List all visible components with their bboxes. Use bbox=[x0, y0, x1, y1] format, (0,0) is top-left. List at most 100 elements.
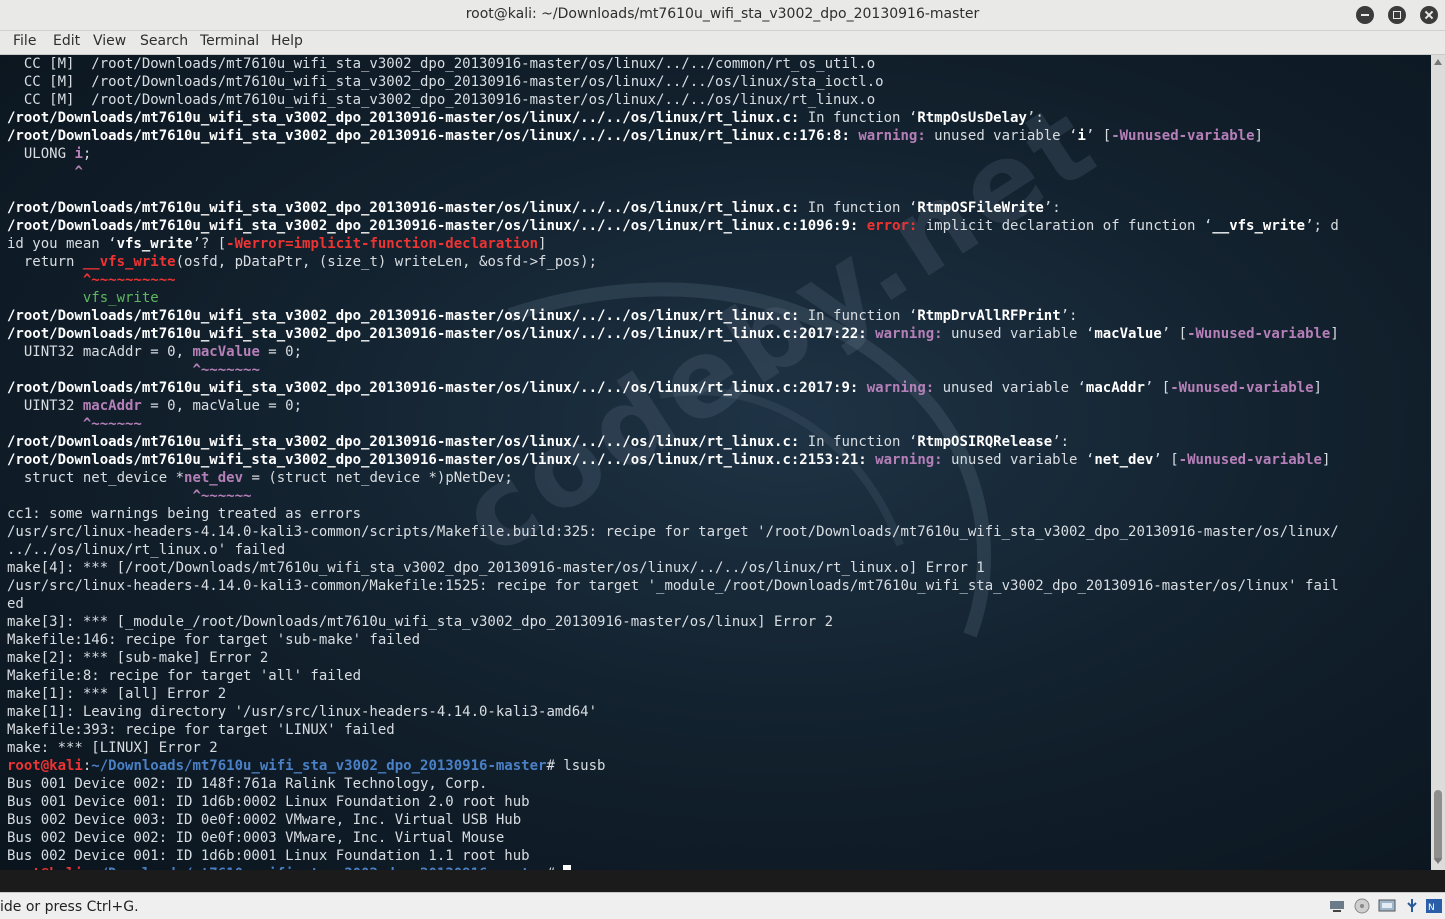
terminal-text: -Wunused-variable bbox=[1178, 452, 1322, 468]
menu-terminal[interactable]: Terminal bbox=[200, 33, 259, 49]
terminal-text: Bus 001 Device 001: ID 1d6b:0002 Linux F… bbox=[7, 794, 530, 810]
terminal-line: /usr/src/linux-headers-4.14.0-kali3-comm… bbox=[7, 577, 1339, 595]
terminal-line: CC [M] /root/Downloads/mt7610u_wifi_sta_… bbox=[7, 91, 1339, 109]
terminal-line: return __vfs_write(osfd, pDataPtr, (size… bbox=[7, 253, 1339, 271]
terminal-line: ^~~~~~~ bbox=[7, 487, 1339, 505]
terminal-text: ] bbox=[1254, 128, 1263, 144]
terminal-line: Bus 001 Device 001: ID 1d6b:0002 Linux F… bbox=[7, 793, 1339, 811]
menu-help[interactable]: Help bbox=[271, 33, 303, 49]
usb-icon[interactable] bbox=[1403, 898, 1421, 914]
terminal-text: ^~~~~~~ bbox=[82, 416, 142, 432]
terminal-text: ^ bbox=[74, 164, 83, 180]
terminal-text: In function ‘ bbox=[799, 200, 918, 216]
terminal-text: ’: bbox=[1043, 200, 1061, 216]
terminal-text: Bus 002 Device 001: ID 1d6b:0001 Linux F… bbox=[7, 848, 530, 864]
menu-view[interactable]: View bbox=[93, 33, 126, 49]
terminal-text: return bbox=[7, 254, 83, 270]
menu-search[interactable]: Search bbox=[140, 33, 188, 49]
terminal-text: macAddr bbox=[82, 398, 142, 414]
display-icon[interactable]: N bbox=[1425, 898, 1443, 914]
terminal-line: struct net_device *net_dev = (struct net… bbox=[7, 469, 1339, 487]
terminal-text: = 0; bbox=[259, 344, 303, 360]
terminal-line: Makefile:8: recipe for target 'all' fail… bbox=[7, 667, 1339, 685]
terminal-text: RtmpOSFileWrite bbox=[917, 200, 1044, 216]
terminal-text: -Wunused-variable bbox=[1187, 326, 1331, 342]
menu-file[interactable]: File bbox=[13, 33, 36, 49]
terminal-text: ’: bbox=[1060, 308, 1078, 324]
terminal-text: vfs_write bbox=[116, 236, 193, 252]
scroll-up-icon[interactable] bbox=[1434, 59, 1442, 65]
terminal-line: /root/Downloads/mt7610u_wifi_sta_v3002_d… bbox=[7, 217, 1339, 235]
window-titlebar[interactable]: root@kali: ~/Downloads/mt7610u_wifi_sta_… bbox=[0, 0, 1445, 31]
terminal-text: ’? [ bbox=[192, 236, 227, 252]
terminal-output: CC [M] /root/Downloads/mt7610u_wifi_sta_… bbox=[7, 55, 1339, 870]
terminal-line: make[1]: Leaving directory '/usr/src/lin… bbox=[7, 703, 1339, 721]
network-icon[interactable] bbox=[1328, 898, 1346, 914]
terminal-line: root@kali:~/Downloads/mt7610u_wifi_sta_v… bbox=[7, 757, 1339, 775]
terminal-line: Bus 001 Device 002: ID 148f:761a Ralink … bbox=[7, 775, 1339, 793]
status-text: ide or press Ctrl+G. bbox=[0, 899, 139, 915]
terminal-line: ../../os/linux/rt_linux.o' failed bbox=[7, 541, 1339, 559]
terminal-text: /root/Downloads/mt7610u_wifi_sta_v3002_d… bbox=[7, 110, 800, 126]
terminal-text: Bus 002 Device 003: ID 0e0f:0002 VMware,… bbox=[7, 812, 522, 828]
terminal-text: error: bbox=[866, 218, 918, 234]
terminal-text: In function ‘ bbox=[799, 110, 918, 126]
terminal-scrollbar[interactable] bbox=[1431, 55, 1445, 870]
shared-folders-icon[interactable] bbox=[1378, 898, 1396, 914]
terminal-line: /root/Downloads/mt7610u_wifi_sta_v3002_d… bbox=[7, 199, 1339, 217]
terminal-text: /root/Downloads/mt7610u_wifi_sta_v3002_d… bbox=[7, 200, 800, 216]
menu-bar: File Edit View Search Terminal Help bbox=[0, 31, 1445, 55]
terminal-text: RtmpOSIRQRelease bbox=[917, 434, 1053, 450]
scroll-down-icon[interactable] bbox=[1434, 858, 1442, 864]
terminal-line: /root/Downloads/mt7610u_wifi_sta_v3002_d… bbox=[7, 109, 1339, 127]
window-title: root@kali: ~/Downloads/mt7610u_wifi_sta_… bbox=[465, 6, 980, 22]
cd-drive-icon[interactable] bbox=[1353, 898, 1371, 914]
terminal-text: i bbox=[1077, 128, 1086, 144]
terminal-line: /root/Downloads/mt7610u_wifi_sta_v3002_d… bbox=[7, 379, 1339, 397]
terminal-text: vfs_write bbox=[82, 290, 159, 306]
terminal-line: UINT32 macAddr = 0, macValue = 0; bbox=[7, 343, 1339, 361]
minimize-button[interactable] bbox=[1356, 6, 1374, 24]
terminal-text: ^~~~~~~~ bbox=[192, 362, 260, 378]
terminal-text: RtmpOsUsDelay bbox=[917, 110, 1027, 126]
terminal-line: ^~~~~~~~ bbox=[7, 361, 1339, 379]
terminal-text: macValue bbox=[192, 344, 260, 360]
terminal-text: implicit declaration of function ‘ bbox=[917, 218, 1213, 234]
terminal-text: /root/Downloads/mt7610u_wifi_sta_v3002_d… bbox=[7, 218, 859, 234]
close-button[interactable] bbox=[1420, 6, 1438, 24]
terminal-text: macAddr bbox=[1085, 380, 1145, 396]
terminal-line: /root/Downloads/mt7610u_wifi_sta_v3002_d… bbox=[7, 433, 1339, 451]
terminal-text: /usr/src/linux-headers-4.14.0-kali3-comm… bbox=[7, 578, 1339, 594]
menu-edit[interactable]: Edit bbox=[53, 33, 80, 49]
terminal-area[interactable]: codeby.net CC [M] /root/Downloads/mt7610… bbox=[0, 55, 1431, 870]
maximize-button[interactable] bbox=[1388, 6, 1406, 24]
terminal-text: warning: bbox=[875, 452, 943, 468]
terminal-line: cc1: some warnings being treated as erro… bbox=[7, 505, 1339, 523]
terminal-text: /root/Downloads/mt7610u_wifi_sta_v3002_d… bbox=[7, 434, 800, 450]
svg-text:N: N bbox=[1428, 903, 1435, 913]
terminal-line: /root/Downloads/mt7610u_wifi_sta_v3002_d… bbox=[7, 325, 1339, 343]
terminal-line: Makefile:146: recipe for target 'sub-mak… bbox=[7, 631, 1339, 649]
terminal-text: ’: bbox=[1026, 110, 1044, 126]
terminal-text: = 0, macValue = 0; bbox=[141, 398, 303, 414]
terminal-text: CC [M] /root/Downloads/mt7610u_wifi_sta_… bbox=[7, 56, 876, 72]
terminal-text: make[1]: *** [all] Error 2 bbox=[7, 686, 227, 702]
vm-status-bar: ide or press Ctrl+G. N bbox=[0, 892, 1445, 919]
terminal-text: warning: bbox=[875, 326, 943, 342]
scroll-thumb[interactable] bbox=[1434, 790, 1442, 862]
terminal-text: /root/Downloads/mt7610u_wifi_sta_v3002_d… bbox=[7, 452, 867, 468]
terminal-text: /root/Downloads/mt7610u_wifi_sta_v3002_d… bbox=[7, 326, 867, 342]
terminal-text: /usr/src/linux-headers-4.14.0-kali3-comm… bbox=[7, 524, 1339, 540]
terminal-line: ULONG i; bbox=[7, 145, 1339, 163]
terminal-line: ^~~~~~~ bbox=[7, 415, 1339, 433]
terminal-line: make[1]: *** [all] Error 2 bbox=[7, 685, 1339, 703]
terminal-text: Makefile:8: recipe for target 'all' fail… bbox=[7, 668, 362, 684]
terminal-text: id you mean ‘ bbox=[7, 236, 117, 252]
terminal-line: make[2]: *** [sub-make] Error 2 bbox=[7, 649, 1339, 667]
